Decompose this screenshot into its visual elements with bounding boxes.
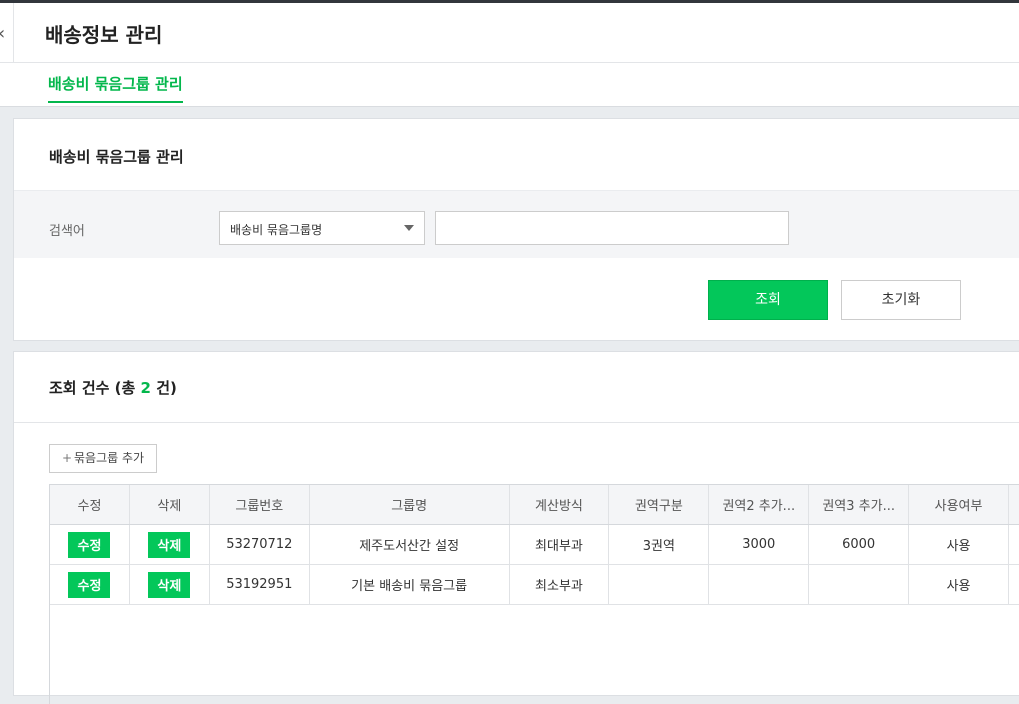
- results-table: 수정 삭제 그룹번호 그룹명 계산방식 권역구분 권역2 추가... 권역3 추…: [49, 484, 1019, 704]
- reset-button[interactable]: 초기화: [841, 280, 961, 320]
- delete-cell: 삭제: [130, 565, 210, 604]
- table-row: 수정 삭제 53192951 기본 배송비 묶음그룹 최소부과 사용: [50, 565, 1019, 605]
- edit-cell: 수정: [50, 525, 130, 564]
- group-no-cell: 53192951: [210, 565, 310, 604]
- use-cell: 사용: [909, 525, 1009, 564]
- column-header[interactable]: 사용여부: [909, 485, 1009, 524]
- edit-button[interactable]: 수정: [68, 571, 111, 598]
- delete-button[interactable]: 삭제: [148, 531, 191, 558]
- group-name-cell: 기본 배송비 묶음그룹: [310, 565, 510, 604]
- search-panel-title: 배송비 묶음그룹 관리: [49, 148, 184, 166]
- use-cell: 사용: [909, 565, 1009, 604]
- edit-button[interactable]: 수정: [68, 531, 111, 558]
- search-button[interactable]: 조회: [708, 280, 828, 320]
- result-count-title: 조회 건수 (총 2 건): [49, 377, 177, 398]
- region3-cell: [809, 565, 910, 604]
- tab-bundle-group[interactable]: 배송비 묶음그룹 관리: [48, 73, 183, 103]
- divider: [14, 422, 1019, 423]
- back-icon[interactable]: ‹: [0, 23, 5, 44]
- region3-cell: 6000: [809, 525, 910, 564]
- calc-cell: 최대부과: [510, 525, 610, 564]
- search-row: 검색어 배송비 묶음그룹명: [14, 190, 1019, 258]
- search-type-select[interactable]: 배송비 묶음그룹명: [219, 211, 425, 245]
- search-label: 검색어: [49, 224, 85, 239]
- column-header: 삭제: [130, 485, 210, 524]
- result-count: 2: [140, 379, 151, 397]
- table-header: 수정 삭제 그룹번호 그룹명 계산방식 권역구분 권역2 추가... 권역3 추…: [50, 485, 1019, 525]
- column-header[interactable]: 권역3 추가...: [809, 485, 910, 524]
- chevron-down-icon: [404, 225, 414, 231]
- delete-button[interactable]: 삭제: [148, 571, 191, 598]
- extra-cell: [1009, 525, 1019, 564]
- group-no-cell: 53270712: [210, 525, 310, 564]
- region-cell: 3권역: [609, 525, 710, 564]
- results-panel: 조회 건수 (총 2 건) + 묶음그룹 추가 수정 삭제 그룹번호 그룹명 계산…: [13, 351, 1019, 704]
- column-header: [1009, 485, 1019, 524]
- region2-cell: [709, 565, 810, 604]
- header-divider: [13, 3, 14, 63]
- plus-icon: +: [61, 451, 72, 465]
- column-header[interactable]: 권역2 추가...: [709, 485, 810, 524]
- add-group-label: 묶음그룹 추가: [74, 451, 145, 465]
- delete-cell: 삭제: [130, 525, 210, 564]
- group-name-cell: 제주도서산간 설정: [310, 525, 510, 564]
- column-header[interactable]: 그룹번호: [210, 485, 310, 524]
- result-title-suffix: 건): [150, 379, 177, 397]
- result-title-prefix: 조회 건수 (총: [49, 379, 141, 397]
- table-row: 수정 삭제 53270712 제주도서산간 설정 최대부과 3권역 3000 6…: [50, 525, 1019, 565]
- column-header[interactable]: 그룹명: [310, 485, 510, 524]
- region2-cell: 3000: [709, 525, 810, 564]
- page-title: 배송정보 관리: [45, 23, 163, 47]
- page-header: ‹ 배송정보 관리: [0, 3, 1019, 63]
- calc-cell: 최소부과: [510, 565, 610, 604]
- extra-cell: [1009, 565, 1019, 604]
- column-header: 수정: [50, 485, 130, 524]
- search-type-value: 배송비 묶음그룹명: [230, 223, 323, 237]
- region-cell: [609, 565, 710, 604]
- column-header[interactable]: 권역구분: [609, 485, 710, 524]
- edit-cell: 수정: [50, 565, 130, 604]
- tab-bar: 배송비 묶음그룹 관리: [0, 63, 1019, 107]
- column-header[interactable]: 계산방식: [510, 485, 610, 524]
- search-panel: 배송비 묶음그룹 관리 검색어 배송비 묶음그룹명 조회 초기화: [13, 118, 1019, 341]
- add-group-button[interactable]: + 묶음그룹 추가: [49, 444, 157, 473]
- search-input[interactable]: [435, 211, 789, 245]
